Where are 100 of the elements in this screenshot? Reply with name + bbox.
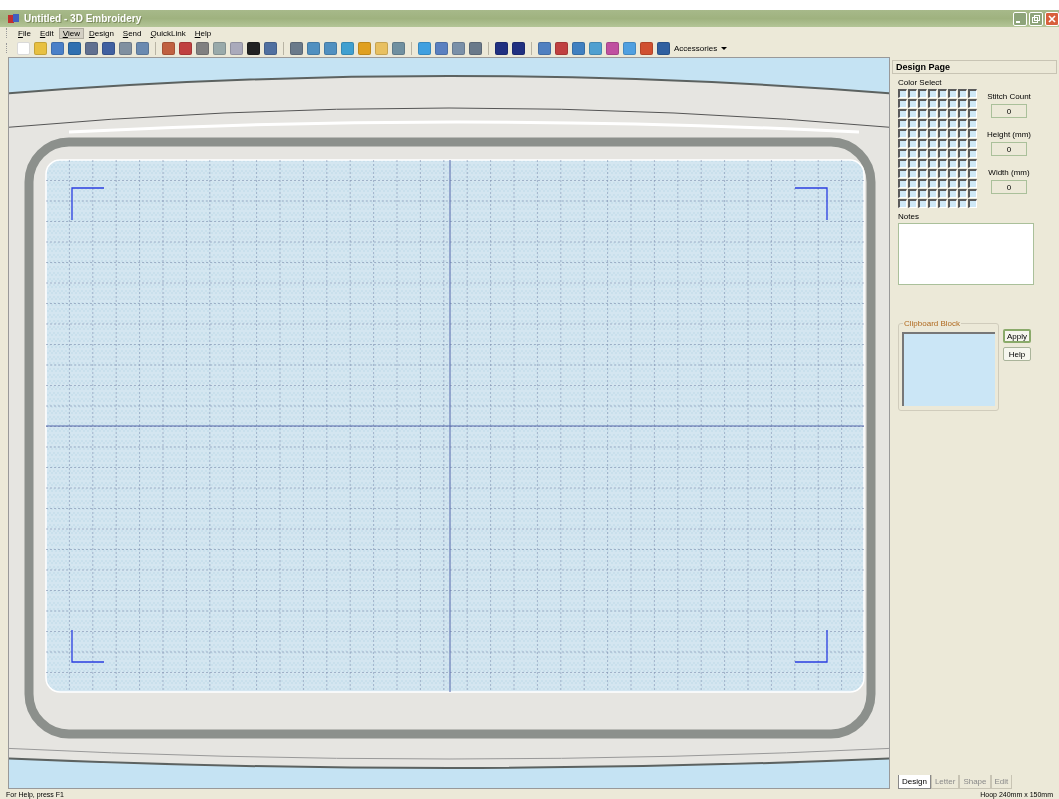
- menu-item[interactable]: File: [14, 27, 35, 39]
- color-swatch[interactable]: [918, 89, 927, 98]
- color-swatch[interactable]: [898, 99, 907, 108]
- color-swatch[interactable]: [908, 139, 917, 148]
- color-swatch[interactable]: [948, 149, 957, 158]
- color-swatch[interactable]: [928, 89, 937, 98]
- color-swatch[interactable]: [898, 129, 907, 138]
- menu-item[interactable]: Design: [84, 27, 118, 39]
- color-swatch[interactable]: [918, 179, 927, 188]
- color-swatch[interactable]: [918, 129, 927, 138]
- color-swatch[interactable]: [938, 139, 947, 148]
- color-swatch[interactable]: [908, 109, 917, 118]
- color-swatch[interactable]: [948, 169, 957, 178]
- color-swatch[interactable]: [908, 99, 917, 108]
- color-swatch[interactable]: [928, 139, 937, 148]
- color-swatch[interactable]: [938, 169, 947, 178]
- color-swatch[interactable]: [938, 99, 947, 108]
- color-swatch[interactable]: [908, 149, 917, 158]
- menu-item[interactable]: Send: [118, 27, 146, 39]
- help-button[interactable]: Help: [1003, 347, 1031, 361]
- color-swatch[interactable]: [918, 99, 927, 108]
- color-swatch[interactable]: [928, 159, 937, 168]
- color-swatch[interactable]: [928, 179, 937, 188]
- color-swatch[interactable]: [918, 159, 927, 168]
- color-swatch[interactable]: [908, 179, 917, 188]
- color-swatch[interactable]: [898, 189, 907, 198]
- color-swatch[interactable]: [948, 99, 957, 108]
- apply-button[interactable]: Apply: [1003, 329, 1031, 343]
- color-swatch[interactable]: [948, 179, 957, 188]
- color-swatch[interactable]: [918, 119, 927, 128]
- color-swatch[interactable]: [938, 159, 947, 168]
- menu-item[interactable]: Edit: [35, 27, 58, 39]
- color-swatch[interactable]: [968, 179, 977, 188]
- color-swatch[interactable]: [958, 139, 967, 148]
- color-swatch[interactable]: [948, 199, 957, 208]
- color-swatch[interactable]: [928, 149, 937, 158]
- restore-button[interactable]: [1029, 11, 1043, 26]
- color-swatch[interactable]: [918, 169, 927, 178]
- color-swatch[interactable]: [968, 129, 977, 138]
- color-swatch[interactable]: [948, 109, 957, 118]
- accessories-menu[interactable]: Accessories: [674, 43, 718, 53]
- color-swatch[interactable]: [898, 159, 907, 168]
- color-swatch[interactable]: [928, 129, 937, 138]
- color-swatch[interactable]: [898, 89, 907, 98]
- color-swatch[interactable]: [898, 119, 907, 128]
- color-swatch[interactable]: [938, 189, 947, 198]
- color-swatch[interactable]: [938, 129, 947, 138]
- color-swatch[interactable]: [968, 109, 977, 118]
- color-swatch[interactable]: [908, 199, 917, 208]
- color-swatch[interactable]: [958, 89, 967, 98]
- color-swatch[interactable]: [908, 189, 917, 198]
- color-swatch[interactable]: [968, 199, 977, 208]
- color-swatch[interactable]: [908, 119, 917, 128]
- color-swatch[interactable]: [968, 189, 977, 198]
- color-swatch[interactable]: [958, 109, 967, 118]
- color-swatch[interactable]: [908, 129, 917, 138]
- color-swatch[interactable]: [968, 139, 977, 148]
- color-swatch[interactable]: [898, 149, 907, 158]
- color-swatch[interactable]: [928, 99, 937, 108]
- color-swatch[interactable]: [958, 119, 967, 128]
- toolbar-icon[interactable]: [512, 41, 525, 55]
- toolbar-icon[interactable]: [102, 41, 115, 55]
- color-swatch[interactable]: [928, 169, 937, 178]
- color-swatch[interactable]: [898, 169, 907, 178]
- color-swatch[interactable]: [948, 159, 957, 168]
- color-swatch[interactable]: [958, 179, 967, 188]
- color-swatch[interactable]: [938, 199, 947, 208]
- color-swatch[interactable]: [958, 129, 967, 138]
- color-swatch[interactable]: [968, 99, 977, 108]
- color-swatch[interactable]: [898, 139, 907, 148]
- color-swatch[interactable]: [948, 139, 957, 148]
- color-swatch[interactable]: [918, 189, 927, 198]
- menu-item[interactable]: Help: [190, 27, 216, 39]
- color-swatch[interactable]: [968, 159, 977, 168]
- notes-field[interactable]: [898, 223, 1034, 285]
- color-swatch[interactable]: [948, 89, 957, 98]
- color-swatch[interactable]: [948, 189, 957, 198]
- color-swatch[interactable]: [938, 119, 947, 128]
- menu-item[interactable]: View: [58, 27, 84, 39]
- color-swatch[interactable]: [898, 109, 907, 118]
- color-swatch[interactable]: [918, 139, 927, 148]
- color-swatch[interactable]: [958, 99, 967, 108]
- color-swatch[interactable]: [938, 89, 947, 98]
- toolbar-icon[interactable]: [657, 41, 670, 55]
- color-swatch[interactable]: [898, 199, 907, 208]
- color-swatch[interactable]: [958, 169, 967, 178]
- color-swatch[interactable]: [938, 149, 947, 158]
- color-swatch[interactable]: [948, 129, 957, 138]
- color-swatch[interactable]: [918, 109, 927, 118]
- color-swatch[interactable]: [928, 189, 937, 198]
- close-button[interactable]: [1045, 11, 1059, 26]
- color-swatch[interactable]: [918, 199, 927, 208]
- tab[interactable]: Design: [898, 775, 931, 789]
- color-swatch[interactable]: [908, 89, 917, 98]
- color-swatch[interactable]: [928, 109, 937, 118]
- color-swatch[interactable]: [928, 199, 937, 208]
- color-swatch[interactable]: [928, 119, 937, 128]
- menu-item[interactable]: QuickLink: [146, 27, 190, 39]
- color-swatch[interactable]: [968, 119, 977, 128]
- minimize-button[interactable]: [1013, 11, 1027, 26]
